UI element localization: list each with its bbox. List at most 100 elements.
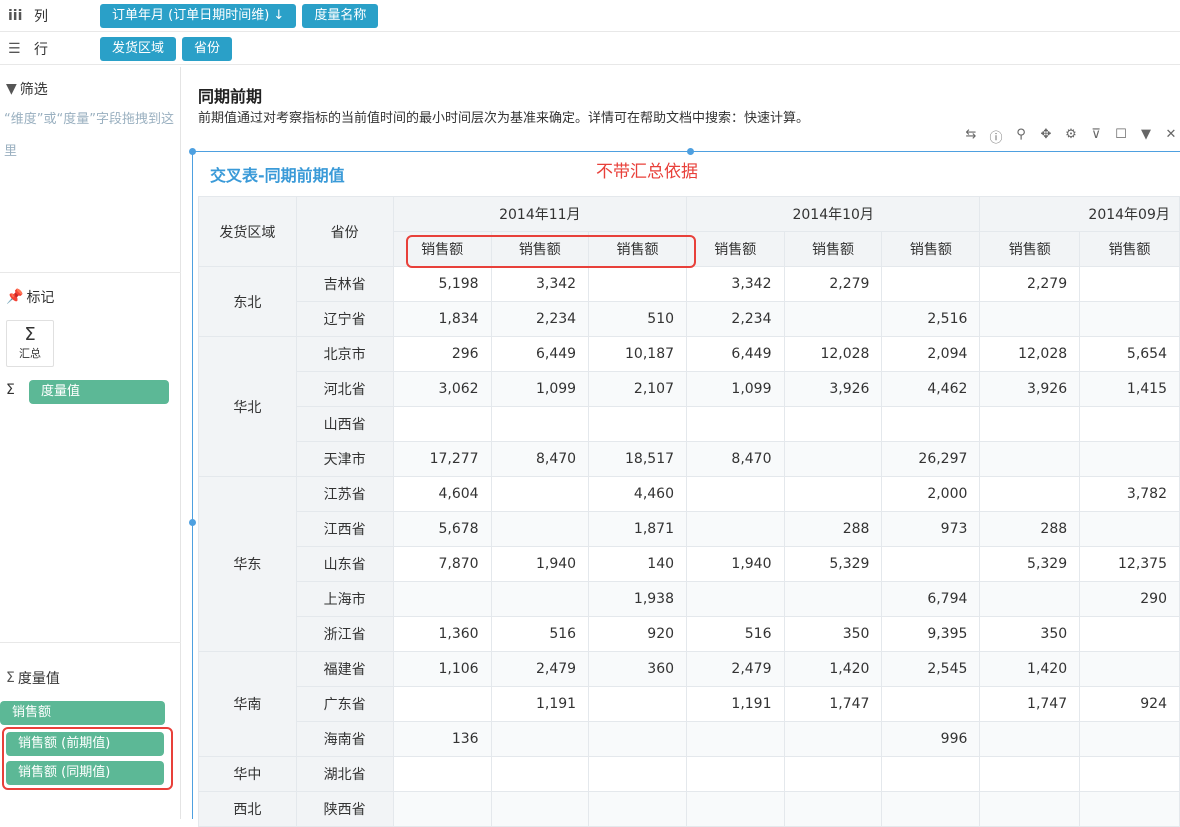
rows-shelf: ☰ 行 发货区域 省份 xyxy=(0,33,1180,65)
filter-icon: ▼ xyxy=(6,81,17,97)
chart-switch-icon[interactable]: ⇆ xyxy=(962,127,980,146)
value-cell xyxy=(686,581,785,617)
value-cell: 2,107 xyxy=(588,371,688,407)
sigma-icon: Σ xyxy=(6,382,15,398)
value-cell: 973 xyxy=(881,511,981,547)
value-cell: 10,187 xyxy=(588,336,688,372)
column-pill-measure-name[interactable]: 度量名称 xyxy=(302,3,379,28)
value-cell: 920 xyxy=(588,616,688,652)
value-cell xyxy=(686,476,785,512)
value-cell: 1,940 xyxy=(686,546,785,582)
header-province: 省份 xyxy=(295,196,394,267)
value-cell: 1,747 xyxy=(979,686,1081,722)
value-cell: 18,517 xyxy=(588,441,688,477)
summary-mark-button[interactable]: Σ 汇总 xyxy=(6,320,54,367)
value-cell: 5,329 xyxy=(783,546,883,582)
value-cell: 9,395 xyxy=(881,616,981,652)
close-icon[interactable]: ✕ xyxy=(1162,127,1180,146)
value-cell xyxy=(783,581,883,617)
table-row: 华中 湖北省 xyxy=(198,756,1180,792)
annotation-text: 不带汇总依据 xyxy=(596,162,698,182)
value-cell: 2,479 xyxy=(686,651,785,687)
value-cell xyxy=(490,581,590,617)
table-row: 西北 陕西省 xyxy=(198,791,1180,827)
value-cell: 288 xyxy=(783,511,883,547)
value-cell xyxy=(881,791,981,827)
maximize-icon[interactable]: ☐ xyxy=(1112,127,1130,146)
province-cell: 河北省 xyxy=(295,371,394,407)
resize-handle[interactable] xyxy=(189,519,196,526)
value-cell: 3,342 xyxy=(686,266,785,302)
value-cell xyxy=(686,511,785,547)
value-cell: 2,279 xyxy=(783,266,883,302)
row-pill-region[interactable]: 发货区域 xyxy=(100,36,177,61)
value-cell xyxy=(979,721,1081,757)
column-pill-order-month[interactable]: 订单年月 (订单日期时间维) ↓ xyxy=(100,3,297,28)
measure-pill-sales[interactable]: 销售额 xyxy=(0,701,165,725)
header-month: 2014年10月 xyxy=(686,196,981,232)
value-cell: 288 xyxy=(979,511,1081,547)
measure-value-pill[interactable]: 度量值 xyxy=(29,380,169,404)
value-cell xyxy=(979,756,1081,792)
header-measure-sales: 销售额 xyxy=(783,231,883,267)
province-cell: 北京市 xyxy=(295,336,394,372)
value-cell xyxy=(783,406,883,442)
table-row: 华东 江苏省 4,604 4,460 2,000 3,782 xyxy=(198,476,1180,652)
value-cell: 2,234 xyxy=(686,301,785,337)
table-row: 山东省 7,870 1,940 140 1,940 5,329 5,329 12,375 xyxy=(199,546,1180,582)
value-cell: 3,926 xyxy=(783,371,883,407)
settings-icon[interactable]: ⚙ xyxy=(1062,127,1080,146)
left-panel: ▼ 筛选 “维度”或“度量”字段拖拽到这里 📌 标记 Σ 汇总 Σ 度量值 Σ … xyxy=(0,67,181,819)
value-cell: 5,654 xyxy=(1079,336,1180,372)
value-cell: 5,678 xyxy=(392,511,492,547)
value-cell: 17,277 xyxy=(392,441,492,477)
columns-shelf-label: iii 列 xyxy=(8,7,48,25)
value-cell: 1,938 xyxy=(588,581,688,617)
columns-shelf: iii 列 订单年月 (订单日期时间维) ↓ 度量名称 xyxy=(0,0,1180,32)
value-cell xyxy=(783,721,883,757)
value-cell: 3,342 xyxy=(490,266,590,302)
selection-border-top xyxy=(192,151,1180,152)
region-cell: 东北 xyxy=(198,266,297,337)
resize-handle[interactable] xyxy=(189,148,196,155)
value-cell: 2,479 xyxy=(490,651,590,687)
table-row: 河北省 3,062 1,099 2,107 1,099 3,926 4,462 3,926 1,… xyxy=(199,371,1180,407)
value-cell xyxy=(1079,301,1180,337)
info-icon[interactable]: ⓘ xyxy=(987,127,1005,146)
move-icon[interactable]: ✥ xyxy=(1037,127,1055,146)
value-cell: 3,926 xyxy=(979,371,1081,407)
value-cell: 12,375 xyxy=(1079,546,1180,582)
value-cell xyxy=(881,756,981,792)
value-cell xyxy=(1079,406,1180,442)
value-cell xyxy=(979,441,1081,477)
value-cell: 510 xyxy=(588,301,688,337)
value-cell: 2,516 xyxy=(881,301,981,337)
value-cell xyxy=(490,756,590,792)
value-cell xyxy=(881,406,981,442)
value-cell: 140 xyxy=(588,546,688,582)
value-cell xyxy=(1079,721,1180,757)
rows-icon: ☰ xyxy=(8,40,21,57)
value-cell: 3,782 xyxy=(1079,476,1180,512)
value-cell xyxy=(881,266,981,302)
province-cell: 山西省 xyxy=(295,406,394,442)
resize-handle[interactable] xyxy=(687,148,694,155)
row-pill-province[interactable]: 省份 xyxy=(182,36,233,61)
filter-icon[interactable]: ⊽ xyxy=(1087,127,1105,146)
main-area: 同期前期 前期值通过对考察指标的当前值时间的最小时间层次为基准来确定。详情可在帮… xyxy=(182,67,1180,827)
value-cell xyxy=(588,791,688,827)
header-measure-sales: 销售额 xyxy=(881,231,981,267)
value-cell xyxy=(686,406,785,442)
value-cell xyxy=(588,406,688,442)
value-cell xyxy=(490,406,590,442)
value-cell: 2,234 xyxy=(490,301,590,337)
dropdown-icon[interactable]: ▼ xyxy=(1137,127,1155,146)
province-cell: 山东省 xyxy=(295,546,394,582)
value-cell xyxy=(783,476,883,512)
value-cell: 5,198 xyxy=(392,266,492,302)
columns-icon: iii xyxy=(8,7,23,24)
value-cell xyxy=(490,721,590,757)
filter-drop-hint[interactable]: “维度”或“度量”字段拖拽到这里 xyxy=(4,104,174,168)
link-icon[interactable]: ⚲ xyxy=(1012,127,1030,146)
value-cell: 350 xyxy=(783,616,883,652)
